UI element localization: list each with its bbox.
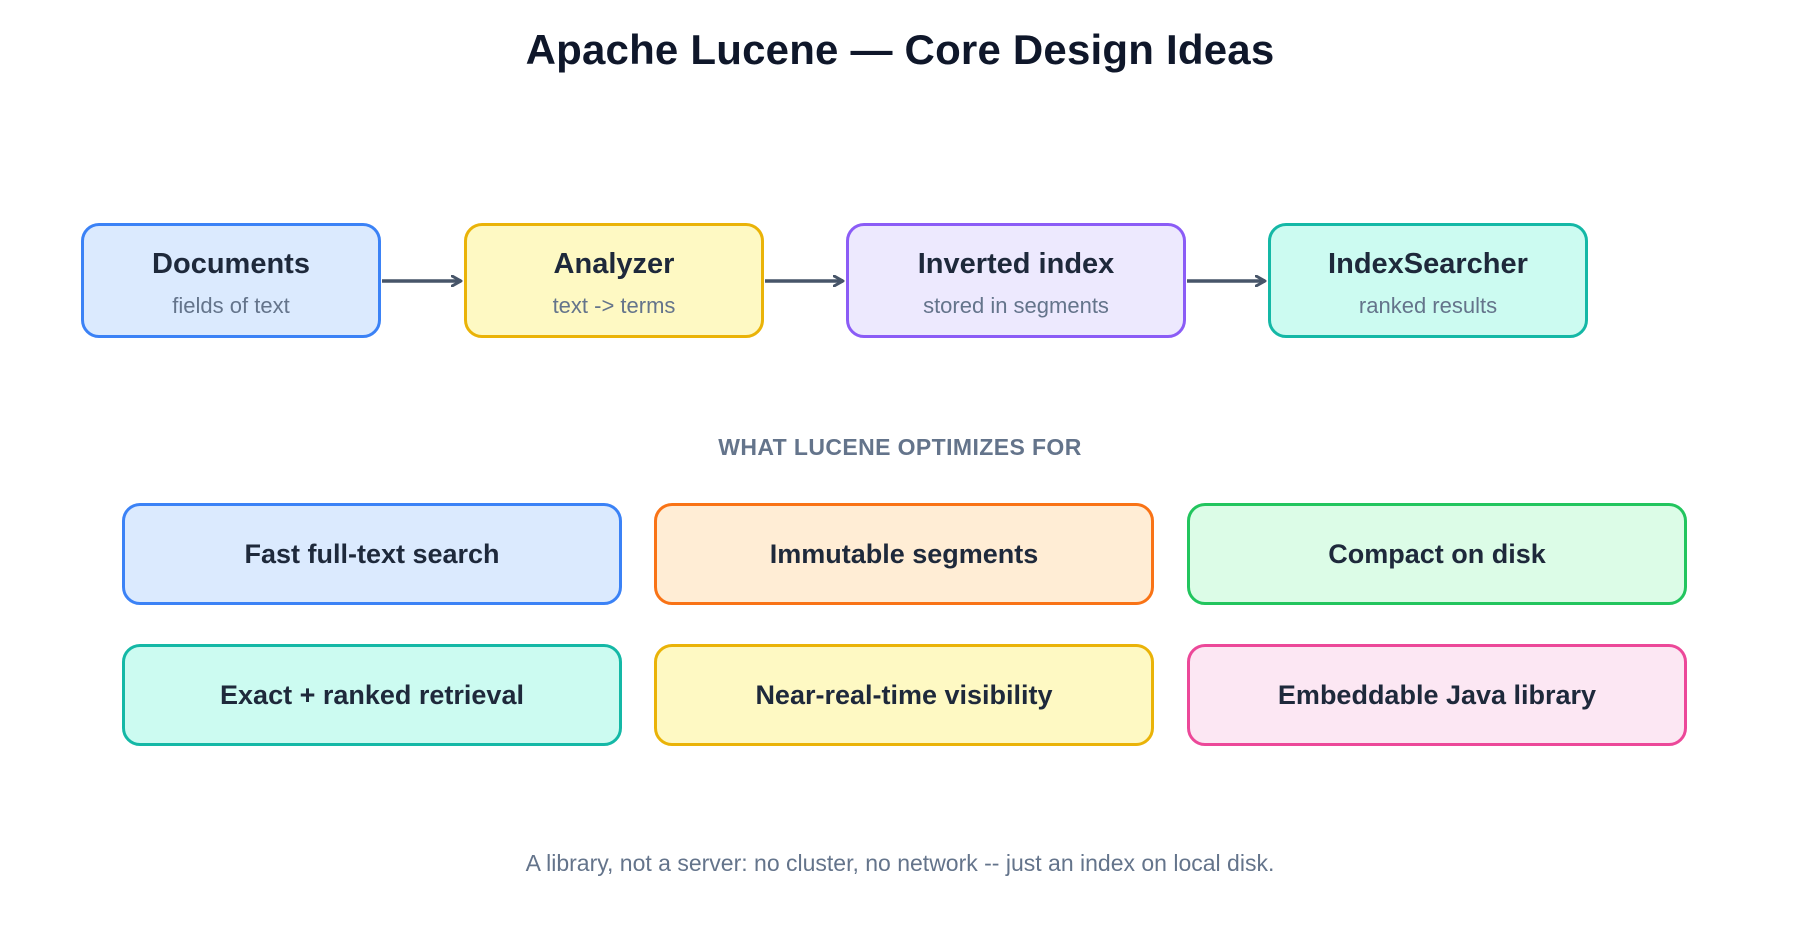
inverted-index-label: Inverted index — [917, 248, 1115, 280]
footer-note: A library, not a server: no cluster, no … — [525, 850, 1275, 876]
analyzer-label: Analyzer — [553, 248, 675, 280]
feature-immutable-segments: Immutable segments — [654, 503, 1154, 605]
feature-exact-ranked-retrieval: Exact + ranked retrieval — [122, 644, 622, 746]
documents-node: Documents fields of text — [81, 223, 381, 338]
section-heading: WHAT LUCENE OPTIMIZES FOR — [718, 434, 1082, 460]
pipeline-arrows — [382, 0, 1800, 940]
feature-near-real-time-visibility: Near-real-time visibility — [654, 644, 1154, 746]
index-searcher-label: IndexSearcher — [1328, 248, 1528, 280]
analyzer-sublabel: text -> terms — [552, 293, 676, 318]
diagram-title: Apache Lucene — Core Design Ideas — [525, 26, 1275, 73]
inverted-index-sublabel: stored in segments — [923, 293, 1109, 318]
feature-embeddable-java-library: Embeddable Java library — [1187, 644, 1687, 746]
analyzer-node: Analyzer text -> terms — [464, 223, 764, 338]
feature-fast-full-text-search: Fast full-text search — [122, 503, 622, 605]
index-searcher-sublabel: ranked results — [1358, 293, 1498, 318]
documents-sublabel: fields of text — [172, 293, 290, 318]
feature-compact-on-disk: Compact on disk — [1187, 503, 1687, 605]
documents-label: Documents — [152, 248, 310, 280]
inverted-index-node: Inverted index stored in segments — [846, 223, 1186, 338]
index-searcher-node: IndexSearcher ranked results — [1268, 223, 1588, 338]
